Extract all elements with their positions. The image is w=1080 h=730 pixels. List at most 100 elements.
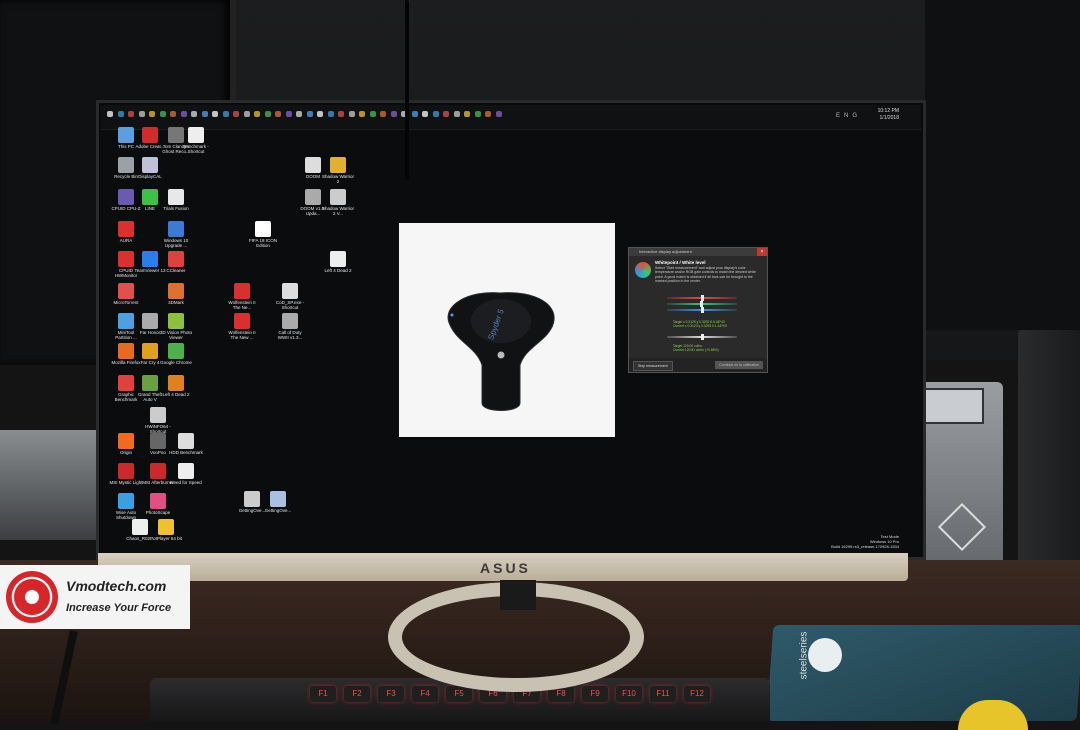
probe-cable	[405, 0, 409, 180]
desktop-shortcut-label: MSI Mystic Light	[109, 480, 143, 485]
system-tray[interactable]: ENG	[836, 113, 861, 119]
app-icon	[168, 375, 184, 391]
taskbar-app-icon[interactable]	[443, 111, 449, 117]
luminance-bar	[667, 334, 737, 340]
app-icon	[142, 375, 158, 391]
desktop-shortcut-icon[interactable]: Wolfenstein II The New ...	[225, 313, 259, 340]
desktop-shortcut-icon[interactable]: Call of Duty WWII v1.3...	[273, 313, 307, 340]
taskbar-app-icon[interactable]	[327, 111, 334, 117]
desktop-shortcut-icon[interactable]: CCleaner	[159, 251, 193, 273]
desktop-shortcut-icon[interactable]: Shadow Warrior 2 V...	[321, 189, 355, 216]
desktop-shortcut-icon[interactable]: Wolfenstein II The Ne...	[225, 283, 259, 310]
mousepad-brand: steelseries	[798, 631, 810, 680]
desktop-shortcut-icon[interactable]: CoD_SP.exe - Shortcut	[273, 283, 307, 310]
close-icon[interactable]: ×	[757, 248, 767, 256]
desktop-shortcut-label: CoD_SP.exe - Shortcut	[275, 300, 305, 310]
app-icon	[270, 491, 286, 507]
dialog-heading: Whitepoint / White level	[655, 260, 706, 265]
taskbar-app-icon[interactable]	[138, 111, 145, 117]
taskbar-app-icon[interactable]	[128, 111, 134, 117]
taskbar-app-icon[interactable]	[390, 111, 397, 117]
taskbar-app-icon[interactable]	[306, 111, 313, 117]
app-icon	[142, 157, 158, 173]
taskbar-app-icon[interactable]	[296, 111, 302, 117]
desktop-shortcut-label: Benchmark - Shortcut	[183, 144, 209, 154]
desktop-shortcut-icon[interactable]: Google Chrome	[159, 343, 193, 365]
taskbar-app-icon[interactable]	[285, 111, 292, 117]
taskbar-app-icon[interactable]	[212, 111, 218, 117]
desktop-shortcut-label: Shadow Warrior 2 V...	[321, 206, 355, 216]
desktop-shortcut-icon[interactable]: MSI Mystic Light	[109, 463, 143, 485]
taskbar-clock[interactable]: 10:12 PM 1/1/2018	[878, 108, 899, 122]
monitor-brand-logo: ASUS	[480, 560, 531, 576]
taskbar-app-icon[interactable]	[222, 111, 229, 117]
taskbar-app-icon[interactable]	[411, 111, 418, 117]
app-icon	[118, 283, 134, 299]
taskbar-app-icon[interactable]	[264, 111, 271, 117]
app-icon	[132, 519, 148, 535]
desktop-shortcut-icon[interactable]: Left 4 Dead 2	[321, 251, 355, 273]
taskbar-app-icon[interactable]	[275, 111, 281, 117]
taskbar-app-icon[interactable]	[422, 111, 428, 117]
taskbar-app-icon[interactable]	[495, 111, 502, 117]
desktop-shortcut-icon[interactable]: Trials Fusion	[159, 189, 193, 211]
app-icon	[142, 127, 158, 143]
taskbar-app-icon[interactable]	[474, 111, 481, 117]
continue-calibration-button[interactable]: Continue on to calibration	[715, 361, 763, 369]
desktop-shortcut-label: 3D Vision Photo Viewer	[159, 330, 193, 340]
app-icon	[330, 189, 346, 205]
dialog-titlebar[interactable]: Interactive display adjustment ×	[629, 248, 767, 256]
calibration-dialog[interactable]: Interactive display adjustment × Whitepo…	[628, 247, 768, 373]
desktop-shortcut-icon[interactable]: PotPlayer 64 bit	[149, 519, 183, 541]
desktop-shortcut-icon[interactable]: 3DMark	[159, 283, 193, 305]
whitepoint-readout: Target x 0.3129 y 0.3292 6.6 ΔE*00 Curre…	[673, 320, 727, 328]
desktop-shortcut-icon[interactable]: Need for Speed	[169, 463, 203, 485]
taskbar-app-icon[interactable]	[369, 111, 376, 117]
language-indicator[interactable]: ENG	[836, 113, 861, 119]
taskbar-app-icon[interactable]	[107, 111, 113, 117]
taskbar-app-icon[interactable]	[201, 111, 208, 117]
taskbar-app-icon[interactable]	[243, 111, 250, 117]
taskbar-app-icon[interactable]	[348, 111, 355, 117]
desktop-shortcut-icon[interactable]: DisplayCAL	[133, 157, 167, 179]
app-icon	[168, 283, 184, 299]
taskbar-app-icon[interactable]	[453, 111, 460, 117]
taskbar-app-icon[interactable]	[359, 111, 365, 117]
app-icon	[305, 189, 321, 205]
taskbar-app-icon[interactable]	[317, 111, 323, 117]
app-icon	[118, 463, 134, 479]
taskbar-app-icon[interactable]	[254, 111, 260, 117]
desktop-shortcut-icon[interactable]: 3D Vision Photo Viewer	[159, 313, 193, 340]
desktop-shortcut-icon[interactable]: Wise Auto Shutdown	[109, 493, 143, 520]
desktop-shortcut-icon[interactable]: AURA	[109, 221, 143, 243]
app-icon	[118, 221, 134, 237]
desktop-shortcut-icon[interactable]: Left 4 Dead 2	[159, 375, 193, 397]
desktop-shortcut-icon[interactable]: Shadow Warrior 2	[321, 157, 355, 184]
right-monitor	[925, 0, 1080, 330]
taskbar-app-icon[interactable]	[180, 111, 187, 117]
desktop-shortcut-icon[interactable]: Windows 10 Upgrade ...	[159, 221, 193, 248]
watermark-site: Vmodtech.com	[66, 578, 167, 594]
taskbar-app-icon[interactable]	[432, 111, 439, 117]
taskbar-app-icon[interactable]	[117, 111, 124, 117]
desktop-shortcut-icon[interactable]: MicroTorrent	[109, 283, 143, 305]
desktop-shortcut-icon[interactable]: Benchmark - Shortcut	[179, 127, 213, 154]
taskbar-app-icon[interactable]	[464, 111, 470, 117]
taskbar-app-icon[interactable]	[170, 111, 176, 117]
taskbar-app-icon[interactable]	[380, 111, 386, 117]
taskbar-app-icon[interactable]	[338, 111, 344, 117]
app-icon	[330, 251, 346, 267]
desktop-shortcut-icon[interactable]: FIFA 18 ICON Edition	[246, 221, 280, 248]
taskbar-app-icon[interactable]	[485, 111, 491, 117]
taskbar-app-icon[interactable]	[233, 111, 239, 117]
desktop-shortcut-icon[interactable]: GettingOve...	[261, 491, 295, 513]
desktop-shortcut-icon[interactable]: Origin	[109, 433, 143, 455]
taskbar-app-icon[interactable]	[149, 111, 155, 117]
desktop-shortcut-icon[interactable]: HWiNFO64 - Shortcut	[141, 407, 175, 434]
desktop-shortcut-icon[interactable]: HDD Benchmark	[169, 433, 203, 455]
taskbar-app-icon[interactable]	[191, 111, 197, 117]
taskbar-app-icon[interactable]	[159, 111, 166, 117]
desktop-shortcut-icon[interactable]: PhotoScape	[141, 493, 175, 515]
stop-measurement-button[interactable]: Stop measurement	[633, 361, 673, 371]
green-gain-bar	[667, 301, 737, 307]
